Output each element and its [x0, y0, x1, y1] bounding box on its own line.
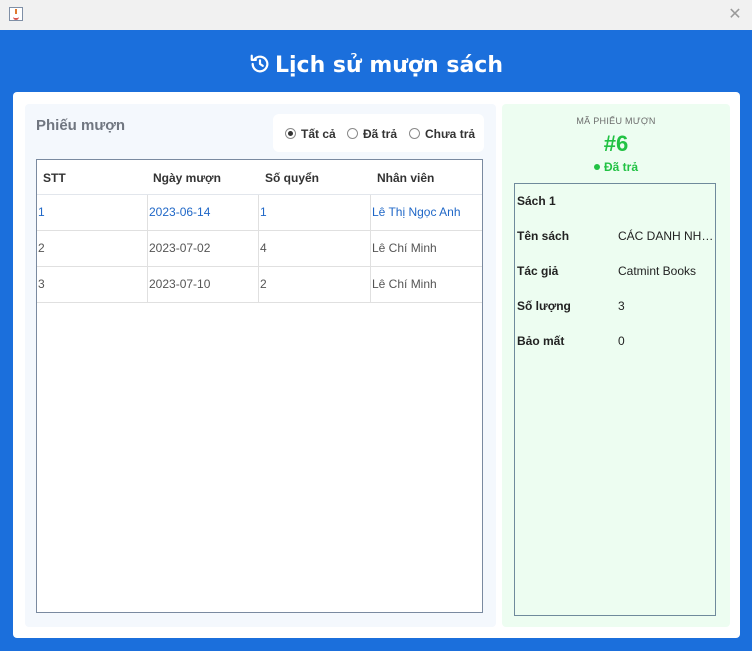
book-section-row: Sách 1 — [517, 191, 713, 211]
book-detail-box: Sách 1 Tên sách CÁC DANH NHÂ... Tác giả … — [514, 183, 716, 616]
cell-staff: Lê Thị Ngọc Anh — [372, 205, 461, 219]
close-icon[interactable]: ✕ — [724, 4, 746, 26]
detail-row-title: Tên sách CÁC DANH NHÂ... — [517, 226, 714, 246]
detail-label: Tên sách — [517, 229, 570, 243]
page-header: Lịch sử mượn sách — [0, 48, 752, 88]
radio-icon[interactable] — [409, 128, 420, 139]
loan-code-value: #6 — [603, 131, 629, 156]
filter-group: Tất cả Đã trả Chưa trả — [273, 114, 484, 152]
cell-count: 2 — [259, 267, 371, 302]
loan-table: STT Ngày mượn Số quyển Nhân viên 1 2023-… — [36, 159, 483, 613]
loan-code-label: MÃ PHIẾU MƯỢN — [576, 116, 656, 126]
column-header-count[interactable]: Số quyển — [265, 171, 319, 185]
detail-value: Catmint Books — [618, 264, 697, 278]
detail-value: 3 — [618, 299, 625, 313]
main-frame: Lịch sử mượn sách Phiếu mượn Tất cả Đã t… — [0, 30, 752, 651]
detail-label: Bảo mất — [517, 334, 565, 348]
status-text: Đã trả — [603, 160, 638, 174]
book-section-title: Sách 1 — [517, 194, 556, 208]
status-badge: Đã trả — [502, 160, 730, 174]
window-titlebar: ✕ — [0, 0, 752, 30]
detail-row-lost: Bảo mất 0 — [517, 331, 713, 351]
detail-value: CÁC DANH NHÂ... — [618, 229, 714, 243]
column-header-stt[interactable]: STT — [43, 171, 66, 185]
filter-returned[interactable]: Đã trả — [347, 127, 397, 141]
filter-label: Đã trả — [363, 127, 398, 141]
cell-stt: 2 — [37, 231, 148, 266]
column-header-date[interactable]: Ngày mượn — [153, 171, 221, 185]
radio-selected-icon[interactable] — [285, 128, 296, 139]
cell-stt: 1 — [37, 195, 148, 230]
cell-date: 2023-06-14 — [148, 195, 259, 230]
detail-label: Số lượng — [517, 299, 571, 313]
detail-label: Tác giả — [517, 264, 559, 278]
cell-date: 2023-07-02 — [148, 231, 259, 266]
cell-staff: Lê Chí Minh — [372, 277, 437, 291]
table-header: STT Ngày mượn Số quyển Nhân viên — [37, 160, 482, 195]
cell-count: 4 — [259, 231, 371, 266]
filter-all[interactable]: Tất cả — [285, 127, 336, 141]
content-area: Phiếu mượn Tất cả Đã trả Chưa trả STT Ng… — [13, 92, 740, 638]
table-row[interactable]: 1 2023-06-14 1 Lê Thị Ngọc Anh — [37, 195, 482, 231]
cell-staff: Lê Chí Minh — [372, 241, 437, 255]
loan-list-panel: Phiếu mượn Tất cả Đã trả Chưa trả STT Ng… — [25, 104, 496, 627]
filter-not-returned[interactable]: Chưa trả — [409, 127, 475, 141]
radio-icon[interactable] — [347, 128, 358, 139]
history-icon — [250, 54, 269, 73]
cell-count: 1 — [259, 195, 371, 230]
table-row[interactable]: 2 2023-07-02 4 Lê Chí Minh — [37, 231, 482, 267]
detail-value: 0 — [618, 334, 625, 348]
status-dot-icon — [593, 164, 600, 170]
filter-label: Chưa trả — [425, 127, 476, 141]
loan-detail-panel: MÃ PHIẾU MƯỢN #6 Đã trả Sách 1 Tên sách … — [502, 104, 730, 627]
cell-date: 2023-07-10 — [148, 267, 259, 302]
table-row[interactable]: 3 2023-07-10 2 Lê Chí Minh — [37, 267, 482, 303]
filter-label: Tất cả — [301, 127, 336, 141]
page-title: Lịch sử mượn sách — [274, 53, 503, 78]
cell-stt: 3 — [37, 267, 148, 302]
panel-title: Phiếu mượn — [36, 117, 126, 134]
column-header-staff[interactable]: Nhân viên — [377, 171, 434, 185]
java-app-icon — [9, 7, 23, 21]
detail-row-quantity: Số lượng 3 — [517, 296, 713, 316]
detail-row-author: Tác giả Catmint Books — [517, 261, 713, 281]
